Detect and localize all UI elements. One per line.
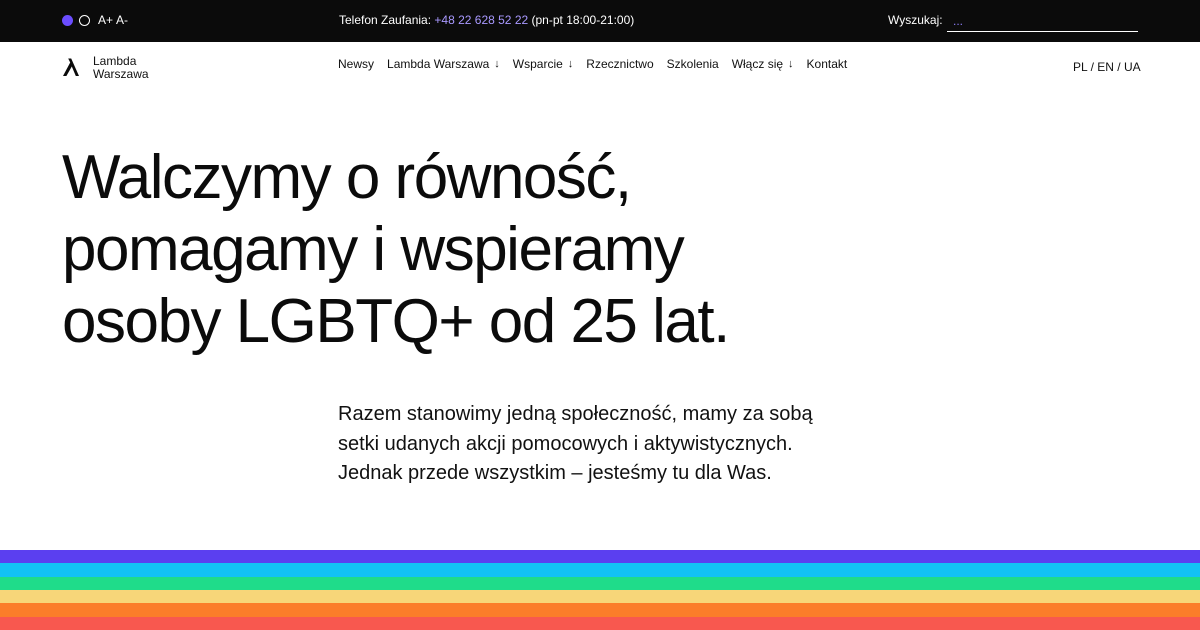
hero-title-line: osoby LGBTQ+ od 25 lat. (62, 287, 730, 356)
rainbow-stripe (0, 563, 1200, 578)
arrow-down-icon: ↓ (567, 58, 574, 70)
arrow-down-icon: ↓ (494, 58, 500, 70)
nav-item-label: Rzecznictwo (586, 57, 654, 71)
font-size-decrease-button[interactable]: A- (116, 13, 128, 27)
nav-item-label: Kontakt (806, 57, 848, 71)
logo-text: Lambda Warszawa (93, 55, 149, 80)
logo-line-2: Warszawa (93, 66, 149, 81)
main-navigation: Newsy Lambda Warszawa ↓ Wsparcie ↓ Rzecznictw… (338, 57, 847, 71)
nav-item-label: Lambda Warszawa (387, 57, 490, 71)
nav-item-szkolenia[interactable]: Szkolenia (667, 57, 719, 71)
language-switcher: PL / EN / UA (1073, 60, 1141, 74)
hero-title-line: pomagamy i wspieramy (62, 215, 685, 284)
rainbow-stripe (0, 550, 1200, 564)
nav-item-label: Newsy (338, 57, 375, 71)
language-option-ua[interactable]: UA (1124, 60, 1141, 74)
font-size-increase-button[interactable]: A+ (98, 13, 113, 27)
language-separator: / (1090, 60, 1094, 74)
rainbow-stripe (0, 616, 1200, 630)
nav-item-label: Włącz się (731, 57, 784, 71)
language-separator: / (1117, 60, 1121, 74)
lambda-icon (63, 58, 79, 76)
rainbow-stripe (0, 590, 1200, 604)
nav-item-newsy[interactable]: Newsy (338, 57, 374, 71)
hotline-phone-link[interactable]: +48 22 628 52 22 (434, 13, 528, 27)
hotline-hours: (pn-pt 18:00-21:00) (531, 13, 635, 27)
nav-item-rzecznictwo[interactable]: Rzecznictwo (586, 57, 653, 71)
rainbow-stripe (0, 603, 1200, 618)
nav-item-lambda-warszawa[interactable]: Lambda Warszawa ↓ (387, 57, 500, 71)
nav-item-label: Szkolenia (666, 57, 719, 71)
nav-item-włącz-się[interactable]: Włącz się ↓ (732, 57, 794, 71)
rainbow-stripe (0, 576, 1200, 591)
hotline-label: Telefon Zaufania: (339, 13, 432, 27)
color-theme-light-toggle[interactable] (79, 15, 90, 26)
language-option-pl[interactable]: PL (1073, 60, 1087, 74)
nav-item-wsparcie[interactable]: Wsparcie ↓ (513, 57, 574, 71)
top-utility-bar: A+ A- Telefon Zaufania: +48 22 628 52 22… (0, 0, 1200, 42)
search-input[interactable] (947, 11, 1138, 32)
hotline-info: Telefon Zaufania: +48 22 628 52 22 (pn-p… (339, 13, 634, 27)
hero-title-line: Walczymy o równość, (62, 143, 632, 212)
language-option-en[interactable]: EN (1097, 60, 1114, 74)
nav-item-label: Wsparcie (512, 57, 563, 71)
hero-lead-line: setki udanych akcji pomocowych i aktywis… (338, 432, 793, 455)
color-theme-dark-toggle[interactable] (62, 15, 73, 26)
nav-item-kontakt[interactable]: Kontakt (807, 57, 848, 71)
hero-lead-paragraph: Razem stanowimy jedną społeczność, mamy … (338, 400, 898, 489)
arrow-down-icon: ↓ (788, 58, 794, 70)
hero-lead-line: Jednak przede wszystkim – jesteśmy tu dl… (338, 462, 772, 484)
hero-lead-line: Razem stanowimy jedną społeczność, mamy … (338, 403, 813, 425)
hero-title: Walczymy o równość, pomagamy i wspieramy… (62, 142, 962, 358)
search-label: Wyszukaj: (888, 13, 943, 27)
rainbow-flag-stripes (0, 550, 1200, 630)
